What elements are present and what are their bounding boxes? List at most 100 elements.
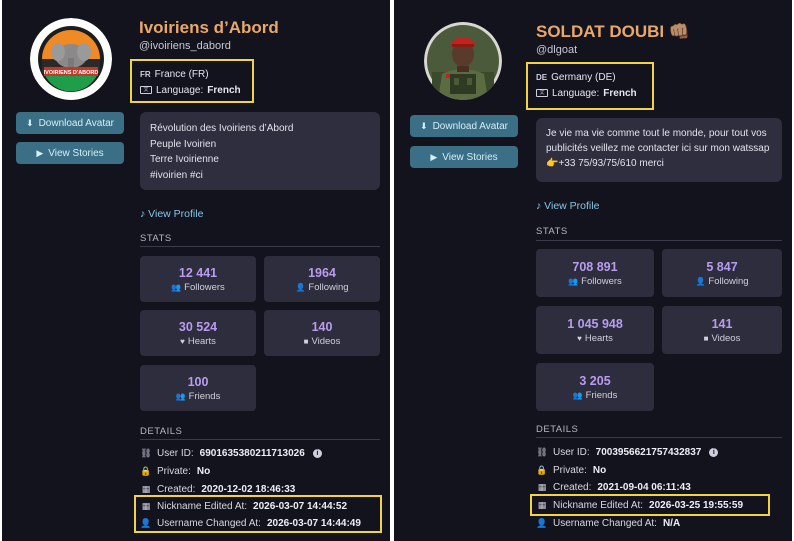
- detail-nickname-edited: ▦ Nickname Edited At: 2026-03-07 14:44:5…: [140, 499, 347, 513]
- stats-heading: STATS: [140, 233, 172, 244]
- detail-username-changed: 👤 Username Changed At: 2026-03-07 14:44:…: [140, 516, 361, 530]
- bio-line: Peuple Ivoirien: [150, 138, 217, 150]
- friends-icon: 👥: [572, 390, 583, 400]
- language-value: French: [603, 87, 637, 99]
- stat-card-followers: 12 441 👥 Followers: [140, 256, 256, 302]
- stat-card-videos: 140 ■ Videos: [264, 310, 380, 356]
- detail-label: Username Changed At:: [157, 517, 261, 529]
- bio-box: Révolution des Ivoiriens d’Abord Peuple …: [140, 112, 380, 190]
- view-stories-label: View Stories: [48, 147, 104, 159]
- fingerprint-icon: ⛓: [140, 447, 152, 458]
- username-handle: @ivoiriens_dabord: [139, 40, 231, 52]
- calendar-icon: ▦: [537, 481, 547, 492]
- stat-card-friends: 100 👥 Friends: [140, 365, 256, 411]
- friends-icon: 👥: [175, 391, 186, 401]
- tiktok-icon: ♪: [536, 200, 542, 212]
- stat-label: Followers: [581, 275, 622, 287]
- calendar-edit-icon: ▦: [141, 500, 151, 511]
- stat-value: 1 045 948: [567, 316, 623, 331]
- stat-card-hearts: 30 524 ♥ Hearts: [140, 310, 256, 356]
- detail-nickname-edited: ▦ Nickname Edited At: 2026-03-25 19:55:5…: [536, 498, 743, 512]
- download-avatar-label: Download Avatar: [432, 120, 508, 132]
- display-name: Ivoiriens d’Abord: [139, 18, 279, 37]
- download-avatar-button[interactable]: ⬇ Download Avatar: [410, 115, 518, 137]
- download-icon: ⬇: [26, 117, 34, 128]
- country-row: DE Germany (DE): [536, 69, 652, 85]
- detail-label: Nickname Edited At:: [157, 500, 248, 512]
- avatar: IVOIRIENS D'ABORD: [30, 18, 112, 100]
- detail-value: No: [196, 465, 211, 477]
- avatar: [424, 22, 502, 100]
- heart-icon: ♥: [577, 333, 582, 343]
- stat-label: Followers: [184, 281, 225, 293]
- detail-value: 7003956621757432837: [595, 446, 702, 458]
- user-edit-icon: 👤: [140, 517, 152, 528]
- detail-label: User ID:: [157, 447, 194, 459]
- stat-value: 708 891: [572, 259, 618, 274]
- language-icon: 文: [140, 86, 152, 94]
- detail-user-id: ⛓ User ID: 6901635380211713026 i: [140, 446, 322, 460]
- detail-value: 2021-09-04 06:11:43: [597, 481, 691, 493]
- stat-label: Hearts: [584, 332, 613, 344]
- video-icon: ■: [703, 333, 709, 343]
- stat-card-followers: 708 891 👥 Followers: [536, 249, 654, 297]
- stat-card-friends: 3 205 👥 Friends: [536, 363, 654, 411]
- stat-label: Videos: [311, 335, 341, 347]
- stat-label: Videos: [711, 332, 741, 344]
- view-profile-label: View Profile: [544, 200, 600, 212]
- view-stories-button[interactable]: ▶ View Stories: [16, 142, 124, 164]
- download-icon: ⬇: [420, 120, 428, 131]
- locale-highlight-box: FR France (FR) 文 Language: French: [130, 59, 254, 103]
- download-avatar-button[interactable]: ⬇ Download Avatar: [16, 112, 124, 134]
- detail-private: 🔒 Private: No: [140, 464, 210, 478]
- view-stories-label: View Stories: [442, 151, 498, 163]
- detail-private: 🔒 Private: No: [536, 463, 606, 477]
- detail-created: ▦ Created: 2021-09-04 06:11:43: [536, 480, 691, 494]
- detail-created: ▦ Created: 2020-12-02 18:46:33: [140, 482, 296, 496]
- avatar-logo-text: IVOIRIENS D'ABORD: [44, 70, 99, 76]
- detail-label: Created:: [553, 481, 592, 493]
- detail-value: 2026-03-07 14:44:49: [266, 517, 361, 529]
- stat-label: Friends: [585, 389, 618, 401]
- detail-label: Nickname Edited At:: [553, 499, 644, 511]
- following-icon: 👤: [295, 282, 306, 292]
- calendar-edit-icon: ▦: [537, 499, 547, 510]
- bio-line: #ivoirien #ci: [150, 169, 203, 181]
- stats-divider: [536, 240, 782, 241]
- profile-panel-right: ⬇ Download Avatar ▶ View Stories SOLDAT …: [394, 0, 792, 541]
- detail-user-id: ⛓ User ID: 7003956621757432837 i: [536, 445, 719, 459]
- stat-value: 30 524: [178, 319, 218, 334]
- detail-value: 2026-03-25 19:55:59: [649, 499, 744, 511]
- detail-label: User ID:: [553, 446, 590, 458]
- details-divider: [536, 437, 782, 438]
- stat-value: 1964: [308, 265, 336, 280]
- profile-panel-left: IVOIRIENS D'ABORD ⬇ Download Avatar ▶ Vi…: [2, 0, 390, 541]
- lock-icon: 🔒: [536, 464, 548, 475]
- language-value: French: [207, 84, 241, 96]
- detail-username-changed: 👤 Username Changed At: N/A: [536, 516, 680, 530]
- detail-label: Private:: [553, 464, 587, 476]
- info-icon[interactable]: i: [312, 448, 322, 458]
- stat-label: Following: [308, 281, 349, 293]
- language-row: 文 Language: French: [536, 85, 652, 101]
- play-circle-icon: ▶: [430, 151, 438, 162]
- calendar-icon: ▦: [141, 483, 151, 494]
- view-stories-button[interactable]: ▶ View Stories: [410, 146, 518, 168]
- detail-value: N/A: [662, 517, 681, 529]
- view-profile-link[interactable]: ♪ View Profile: [536, 200, 599, 212]
- bio-line: Révolution des Ivoiriens d’Abord: [150, 123, 294, 134]
- view-profile-link[interactable]: ♪ View Profile: [140, 208, 203, 220]
- info-icon[interactable]: i: [709, 447, 719, 457]
- language-row: 文 Language: French: [140, 82, 252, 98]
- stat-card-hearts: 1 045 948 ♥ Hearts: [536, 306, 654, 354]
- detail-value: 2026-03-07 14:44:52: [253, 500, 348, 512]
- stat-value: 12 441: [178, 265, 218, 280]
- country-row: FR France (FR): [140, 66, 252, 82]
- locale-highlight-box: DE Germany (DE) 文 Language: French: [526, 62, 654, 110]
- display-name: SOLDAT DOUBI 👊🏽: [536, 22, 691, 41]
- country-code: FR: [140, 69, 151, 79]
- detail-label: Username Changed At:: [553, 517, 657, 529]
- detail-label: Created:: [157, 483, 196, 495]
- country-code: DE: [536, 72, 548, 82]
- followers-icon: 👥: [171, 282, 182, 292]
